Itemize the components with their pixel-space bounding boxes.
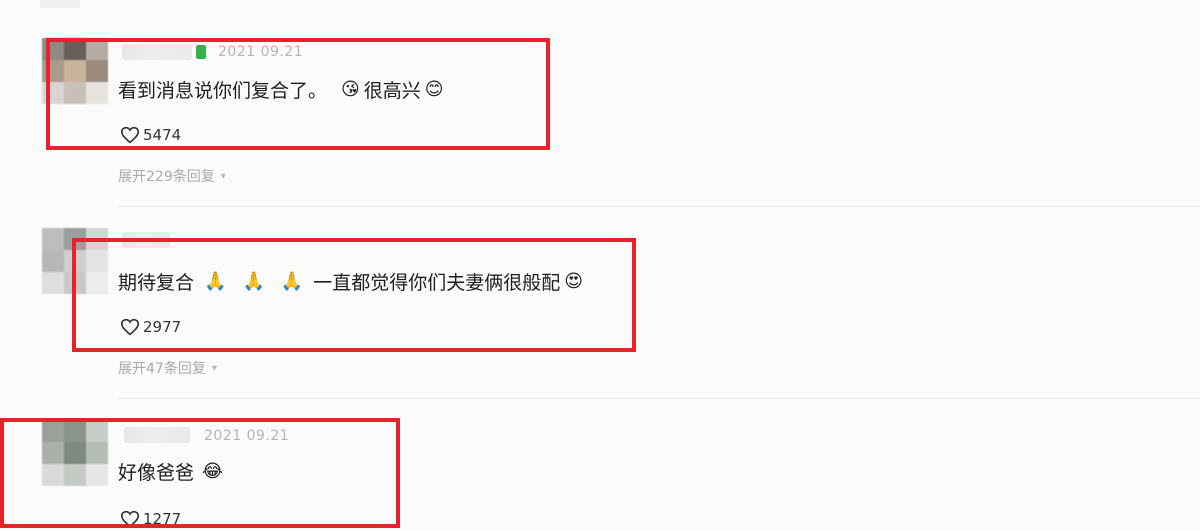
expand-replies-label: 展开47条回复	[118, 361, 206, 377]
expand-replies[interactable]: 展开47条回复 ▾	[118, 358, 217, 378]
highlight-box	[0, 418, 400, 528]
divider	[118, 398, 1200, 399]
expand-replies-label: 展开229条回复	[118, 169, 215, 185]
previous-comment-edge	[40, 0, 80, 8]
highlight-box	[46, 38, 550, 150]
expand-replies[interactable]: 展开229条回复 ▾	[118, 166, 226, 186]
divider	[118, 206, 1200, 207]
highlight-box	[72, 238, 636, 352]
chevron-down-icon: ▾	[220, 170, 226, 182]
chevron-down-icon: ▾	[211, 362, 217, 374]
